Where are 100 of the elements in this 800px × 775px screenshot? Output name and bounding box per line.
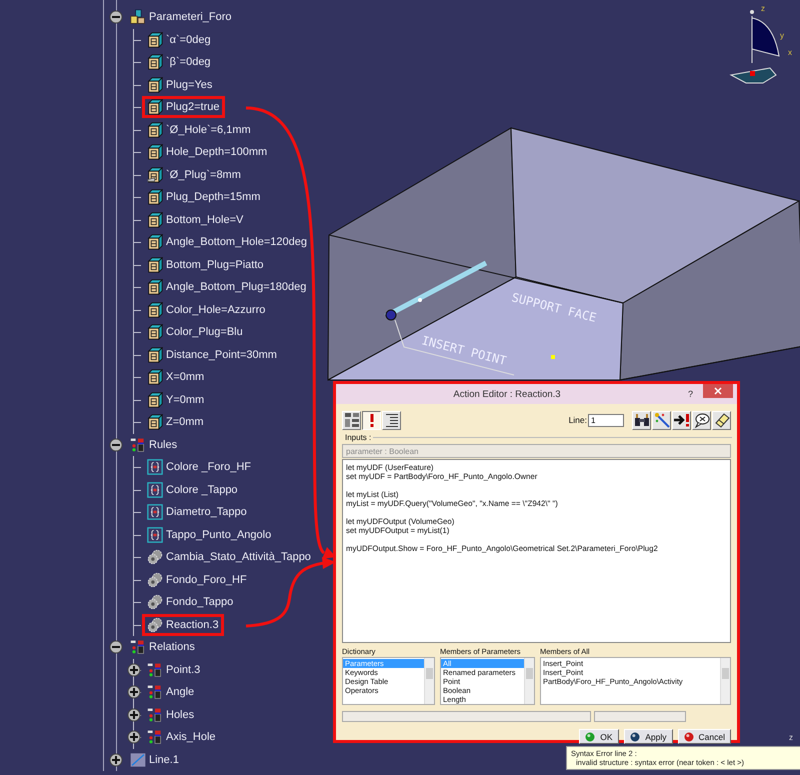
tree-label: Color_Hole=Azzurro — [166, 304, 266, 316]
tree-item[interactable]: Axis_Hole — [142, 726, 221, 748]
parameter-icon — [147, 279, 163, 296]
tree-item[interactable]: Hole_Depth=100mm — [142, 141, 272, 164]
tree-item[interactable]: Fondo_Foro_HF — [142, 568, 252, 591]
tree-item[interactable]: Bottom_Plug=Piatto — [142, 254, 269, 276]
collapse-toggle-icon[interactable] — [109, 438, 123, 452]
parameter-icon — [147, 32, 163, 48]
close-button[interactable] — [703, 384, 733, 398]
tree-label: `α`=0deg — [166, 34, 211, 46]
tree-item[interactable]: Relations — [125, 636, 200, 658]
tree-view-icon — [344, 412, 360, 428]
tree-item[interactable]: Colore _Foro_HF — [142, 456, 256, 478]
tree-item[interactable]: Angle — [142, 681, 200, 704]
collapse-toggle-icon[interactable] — [109, 640, 123, 654]
dialog-button[interactable]: Apply — [624, 729, 673, 744]
toolbar-button[interactable] — [692, 410, 711, 430]
close-icon — [714, 387, 722, 395]
scrollbar[interactable] — [524, 658, 534, 704]
parameter-set-icon — [130, 9, 146, 26]
tree-label: Line.1 — [149, 754, 179, 766]
tree-label: X=0mm — [166, 371, 204, 384]
expand-toggle-icon[interactable] — [127, 662, 141, 677]
parameter-icon — [147, 346, 163, 363]
tree-item[interactable]: Color_Plug=Blu — [142, 321, 248, 344]
tree-item[interactable]: Point.3 — [142, 658, 206, 681]
toolbar-button[interactable] — [712, 410, 731, 430]
tree-item[interactable]: Y=0mm — [142, 388, 210, 411]
axis-label: x — [788, 48, 792, 57]
tree-item[interactable]: Angle_Bottom_Hole=120deg — [142, 231, 312, 254]
tree-item[interactable]: Distance_Point=30mm — [142, 344, 282, 366]
expand-toggle-icon[interactable] — [127, 708, 141, 722]
tree-item[interactable]: Diametro_Tappo — [142, 501, 252, 524]
formula-icon — [130, 436, 146, 453]
tree-item[interactable]: Colore _Tappo — [142, 478, 243, 501]
tree-label: Fondo_Foro_HF — [166, 574, 247, 586]
tree-item[interactable]: Holes — [142, 704, 200, 726]
tree-item[interactable]: Rules — [125, 434, 182, 456]
toolbar-toggle[interactable] — [362, 410, 381, 430]
parameter-icon — [147, 166, 163, 183]
tree-item[interactable]: Plug2=true — [142, 96, 225, 118]
tree-label: Angle — [166, 686, 194, 698]
tree-label: Bottom_Hole=V — [166, 214, 244, 226]
tree-label: Colore _Foro_HF — [166, 461, 251, 474]
compass-icon[interactable] — [730, 10, 780, 84]
formula-icon — [147, 729, 163, 746]
speech-bubble-icon — [694, 412, 710, 428]
parameter-icon — [147, 144, 163, 160]
tree-item[interactable]: `Ø_Plug`=8mm — [142, 164, 246, 186]
expand-toggle-icon[interactable] — [127, 730, 141, 744]
tree-item[interactable]: X=0mm — [142, 366, 210, 388]
line-number-field[interactable]: 1 — [588, 414, 624, 426]
tree-label: Reaction.3 — [166, 618, 219, 631]
expand-toggle-icon[interactable] — [127, 685, 141, 700]
help-button[interactable]: ? — [678, 389, 703, 399]
tree-item[interactable]: Fondo_Tappo — [142, 591, 238, 614]
status-dot-icon — [585, 732, 596, 742]
formula-icon — [147, 684, 163, 700]
tree-label: `Ø_Hole`=6,1mm — [166, 124, 251, 136]
parameter-icon — [147, 369, 163, 386]
tree-item[interactable]: `α`=0deg — [142, 28, 216, 51]
parameter-icon — [147, 256, 163, 273]
tree-label: Tappo_Punto_Angolo — [166, 528, 272, 541]
toolbar-button[interactable] — [672, 410, 691, 430]
dialog-button[interactable]: Cancel — [678, 729, 731, 744]
tree-item[interactable]: `β`=0deg — [142, 51, 216, 74]
tree-item[interactable]: Angle_Bottom_Plug=180deg — [142, 276, 312, 298]
tree-item[interactable]: Color_Hole=Azzurro — [142, 298, 270, 321]
indent-lines-icon — [384, 413, 398, 427]
tree-label: Axis_Hole — [166, 731, 216, 744]
parameter-icon — [147, 234, 163, 250]
tree-item[interactable]: Bottom_Hole=V — [142, 208, 248, 231]
tree-item[interactable]: Line.1 — [125, 748, 184, 771]
parameter-icon — [147, 122, 163, 138]
expand-toggle-icon[interactable] — [109, 752, 123, 767]
formula-icon — [147, 662, 163, 678]
tree-label: Rules — [149, 438, 178, 451]
arrow-exclamation-icon — [673, 413, 690, 427]
tree-item[interactable]: Parameteri_Foro — [125, 6, 237, 28]
toolbar-button[interactable] — [652, 410, 671, 430]
tree-item[interactable]: Z=0mm — [142, 411, 209, 434]
text-field[interactable] — [594, 711, 686, 722]
tree-item[interactable]: Plug=Yes — [142, 74, 218, 96]
dialog-button[interactable]: OK — [579, 729, 620, 744]
tree-label: Bottom_Plug=Piatto — [166, 258, 264, 271]
tree-item[interactable]: `Ø_Hole`=6,1mm — [142, 118, 256, 141]
tree-label: Angle_Bottom_Plug=180deg — [166, 281, 306, 294]
scrollbar[interactable] — [424, 658, 434, 704]
scrollbar[interactable] — [720, 658, 730, 704]
support-face-label: SUPPORT FACE — [510, 290, 598, 325]
tree-label: `Ø_Plug`=8mm — [166, 168, 241, 181]
tree-item[interactable]: Reaction.3 — [142, 614, 224, 636]
tree-item[interactable]: Tappo_Punto_Angolo — [142, 524, 276, 546]
toolbar-button[interactable] — [632, 410, 651, 430]
collapse-toggle-icon[interactable] — [109, 10, 123, 24]
tree-item[interactable]: Cambia_Stato_Attività_Tappo — [142, 546, 316, 568]
tree-label: Diametro_Tappo — [166, 506, 247, 518]
text-field[interactable] — [342, 711, 591, 722]
gear-icon — [147, 616, 163, 633]
tree-item[interactable]: Plug_Depth=15mm — [142, 186, 266, 208]
